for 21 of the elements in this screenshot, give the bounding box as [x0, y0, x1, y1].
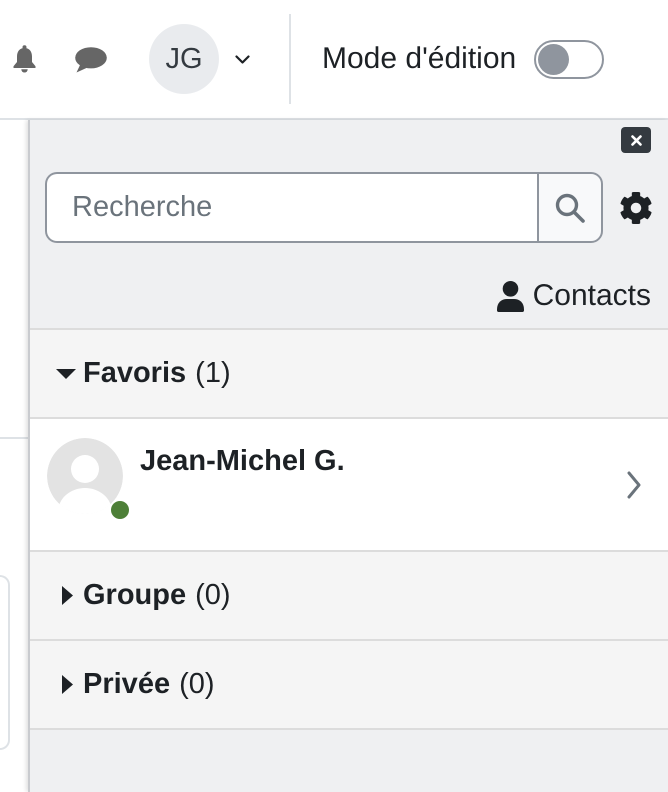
search-button[interactable] [537, 172, 603, 243]
contacts-link[interactable]: Contacts [496, 279, 651, 313]
user-avatar[interactable]: JG [149, 24, 219, 94]
caret-icon[interactable] [235, 54, 250, 64]
user-silhouette-icon [47, 438, 123, 514]
chevron-right-icon [627, 471, 641, 499]
search-icon [555, 192, 585, 222]
speech-bubble-icon[interactable] [75, 47, 107, 73]
close-button[interactable] [621, 127, 651, 153]
contact-name: Jean-Michel G. [140, 445, 345, 478]
person-icon [496, 280, 524, 312]
section-header[interactable]: Privée (0) [30, 639, 668, 728]
close-icon [630, 134, 642, 146]
contact-row[interactable]: Jean-Michel G. [30, 417, 668, 550]
search-field[interactable]: Recherche [45, 172, 537, 243]
section-header[interactable]: Favoris (1) [30, 328, 668, 417]
edit-mode-label: Mode d'édition [322, 42, 516, 76]
bell-icon[interactable] [12, 45, 37, 73]
toggle-switch[interactable] [534, 40, 604, 78]
section-header[interactable]: Groupe (0) [30, 550, 668, 639]
settings-icon[interactable] [620, 192, 652, 224]
